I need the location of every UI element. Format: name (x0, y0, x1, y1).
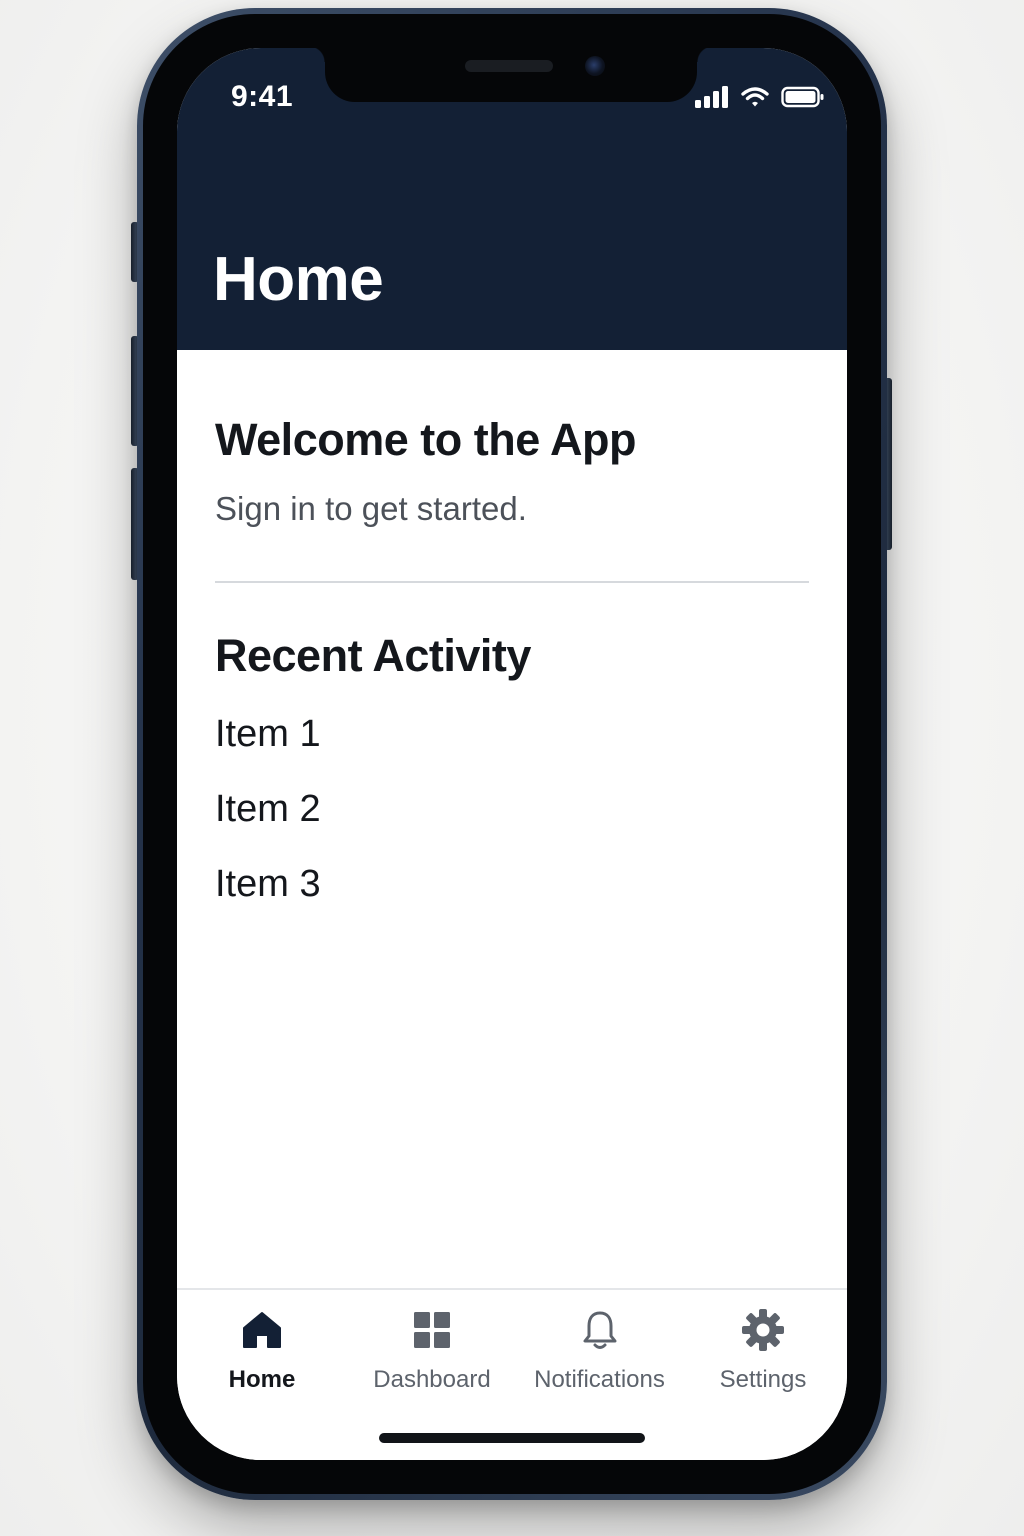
device-mockup: 9:41 Home Welcome to the App Sign in to … (0, 0, 1024, 1536)
recent-activity-title: Recent Activity (215, 630, 531, 681)
list-item[interactable]: Item 1 (215, 710, 321, 785)
status-time: 9:41 (231, 80, 294, 113)
status-icons (695, 86, 825, 113)
recent-activity-list: Item 1 Item 2 Item 3 (215, 710, 321, 935)
tab-home-label: Home (228, 1366, 296, 1393)
gear-icon (741, 1308, 785, 1352)
tab-home[interactable]: Home (217, 1308, 307, 1394)
tab-dashboard-label: Dashboard (373, 1366, 491, 1393)
dashboard-grid-icon (410, 1308, 454, 1352)
welcome-subtitle: Sign in to get started. (215, 490, 527, 527)
home-indicator[interactable] (379, 1433, 645, 1443)
front-camera (585, 56, 605, 76)
notch (309, 48, 713, 102)
app-header: 9:41 Home (177, 48, 847, 350)
tab-settings-label: Settings (719, 1366, 807, 1393)
wifi-icon (741, 86, 769, 113)
bell-icon (578, 1308, 622, 1352)
welcome-title: Welcome to the App (215, 414, 637, 465)
earpiece-speaker (465, 60, 553, 72)
list-item[interactable]: Item 3 (215, 860, 321, 935)
signal-icon (695, 86, 729, 113)
tab-dashboard[interactable]: Dashboard (367, 1308, 497, 1394)
home-icon (240, 1308, 284, 1352)
battery-icon (781, 86, 825, 113)
phone-screen: 9:41 Home Welcome to the App Sign in to … (177, 48, 847, 1460)
tab-notifications[interactable]: Notifications (527, 1308, 672, 1394)
phone-frame: 9:41 Home Welcome to the App Sign in to … (137, 8, 887, 1500)
section-divider (215, 581, 809, 583)
list-item[interactable]: Item 2 (215, 785, 321, 860)
page-title: Home (213, 245, 384, 314)
tab-settings[interactable]: Settings (703, 1308, 823, 1394)
tab-notifications-label: Notifications (534, 1366, 665, 1393)
